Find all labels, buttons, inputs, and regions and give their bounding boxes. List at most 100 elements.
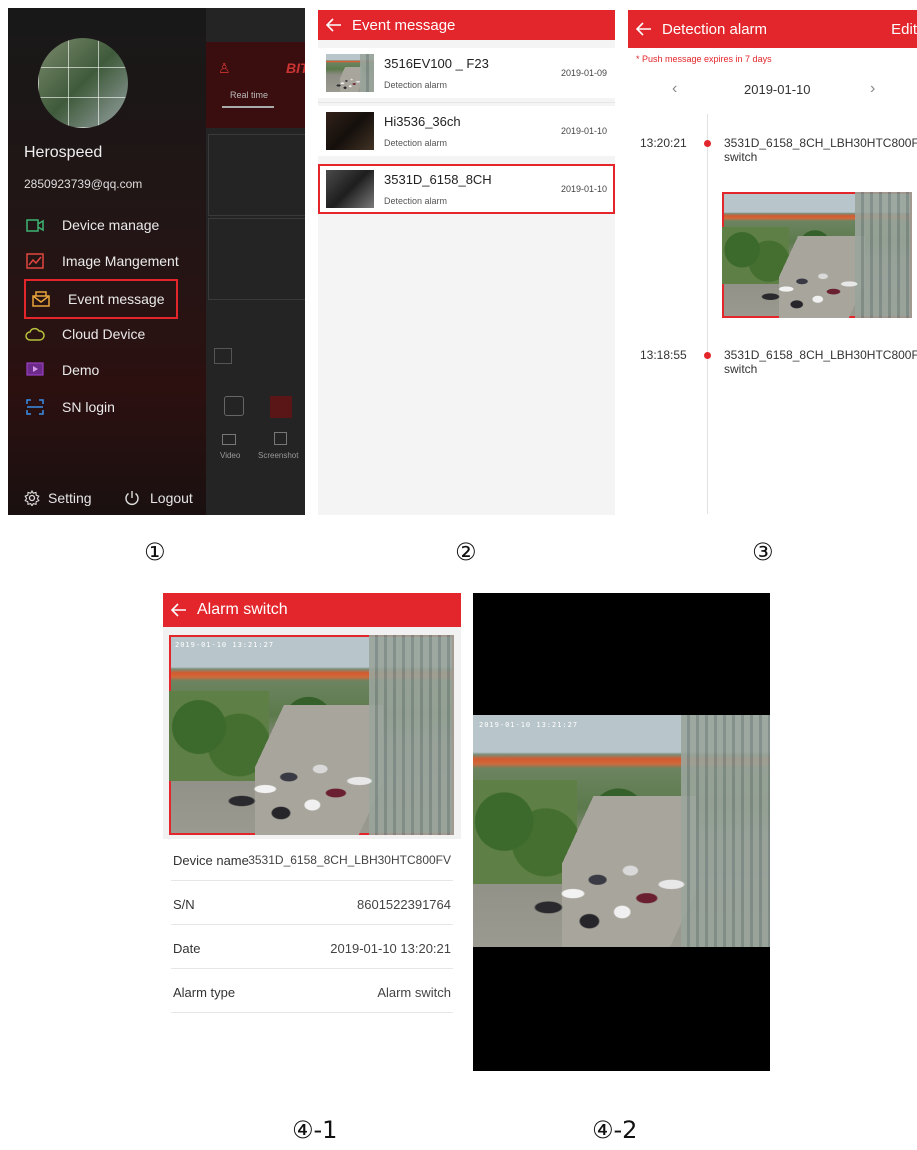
- menu-item-event-message[interactable]: Event message: [24, 279, 178, 319]
- back-arrow-icon[interactable]: [171, 603, 187, 617]
- background-camera-slot: [208, 134, 305, 216]
- detail-row-sn: S/N 8601522391764: [171, 883, 453, 925]
- background-camera-slot: [208, 218, 305, 300]
- detail-value: Alarm switch: [377, 985, 451, 1000]
- camera-icon: [24, 217, 46, 233]
- background-header: [206, 42, 305, 128]
- timeline-line: [707, 114, 708, 514]
- alarm-switch-screen: Alarm switch 2019-01-10 13:21:27 Device …: [163, 593, 461, 1075]
- background-record-icon: [270, 396, 292, 418]
- timeline-dot: [704, 352, 711, 359]
- detail-value: 8601522391764: [357, 897, 451, 912]
- detection-alarm-screen: Detection alarm Edit * Push message expi…: [628, 10, 917, 515]
- caption-3: ③: [752, 538, 774, 566]
- detail-key: Device name: [173, 853, 249, 868]
- event-message-header: Event message: [318, 10, 615, 40]
- envelope-icon: [30, 291, 52, 307]
- menu-label: Device manage: [62, 217, 160, 233]
- menu-label: Event message: [68, 291, 165, 307]
- detail-key: Date: [173, 941, 201, 956]
- edit-button[interactable]: Edit: [891, 21, 917, 38]
- page-title: Event message: [352, 16, 456, 34]
- image-timestamp: 2019-01-10 13:21:27: [479, 721, 579, 729]
- event-message-screen: Event message 3516EV100 _ F23 Detection …: [318, 10, 615, 515]
- current-date: 2019-01-10: [744, 82, 811, 97]
- caption-4-2: ④-2: [592, 1116, 638, 1144]
- background-logo: BIT: [286, 60, 305, 76]
- user-avatar[interactable]: [38, 38, 128, 128]
- event-device-name: Hi3536_36ch: [384, 114, 461, 129]
- event-date: 2019-01-09: [560, 68, 607, 78]
- background-video-icon: [222, 434, 236, 445]
- background-user-icon: ♙: [218, 60, 231, 76]
- image-timestamp: 2019-01-10 13:21:27: [175, 641, 275, 649]
- menu-item-image-mangement[interactable]: Image Mangement: [24, 246, 180, 276]
- caption-4-1: ④-1: [292, 1116, 338, 1144]
- menu-label: SN login: [62, 399, 115, 415]
- event-device-name: 3531D_6158_8CH: [384, 172, 492, 187]
- event-type: Detection alarm: [384, 80, 448, 90]
- background-alarm-icon: [224, 396, 244, 416]
- setting-button[interactable]: Setting: [24, 490, 92, 506]
- logout-button[interactable]: Logout: [124, 490, 193, 506]
- menu-item-sn-login[interactable]: SN login: [24, 392, 180, 422]
- menu-label: Demo: [62, 362, 100, 378]
- detail-row-alarm-type: Alarm type Alarm switch: [171, 971, 453, 1013]
- alarm-time: 13:20:21: [640, 136, 687, 150]
- back-arrow-icon[interactable]: [326, 18, 342, 32]
- push-expiry-notice: * Push message expires in 7 days: [636, 54, 772, 64]
- menu-item-device-manage[interactable]: Device manage: [24, 210, 180, 240]
- timeline-dot: [704, 140, 711, 147]
- demo-icon: [24, 362, 46, 378]
- event-type: Detection alarm: [384, 196, 448, 206]
- gear-icon: [24, 490, 40, 506]
- menu-item-cloud-device[interactable]: Cloud Device: [24, 319, 180, 349]
- caption-1: ①: [144, 538, 166, 566]
- menu-item-demo[interactable]: Demo: [24, 355, 180, 385]
- alarm-description: 3531D_6158_8CH_LBH30HTC800FV_Alarm switc…: [724, 348, 917, 376]
- background-screenshot-icon: [274, 432, 287, 445]
- logout-label: Logout: [150, 490, 193, 506]
- page-title: Detection alarm: [662, 20, 768, 38]
- detail-row-device-name: Device name 3531D_6158_8CH_LBH30HTC800FV: [171, 839, 453, 881]
- page-title: Alarm switch: [197, 601, 288, 618]
- event-thumbnail: [326, 170, 374, 208]
- next-date-chevron-icon[interactable]: ›: [870, 80, 875, 98]
- fullscreen-image-screen: 2019-01-10 13:21:27: [473, 593, 770, 1071]
- background-video-label: Video: [220, 451, 241, 460]
- event-thumbnail: [326, 54, 374, 92]
- divider: [318, 102, 615, 103]
- event-type: Detection alarm: [384, 138, 448, 148]
- event-row[interactable]: 3516EV100 _ F23 Detection alarm 2019-01-…: [318, 48, 615, 98]
- user-email: 2850923739@qq.com: [24, 177, 143, 191]
- alarm-snapshot[interactable]: [722, 192, 912, 318]
- background-tool-icon: [214, 348, 232, 364]
- detail-value: 2019-01-10 13:20:21: [330, 941, 451, 956]
- fullscreen-alarm-image[interactable]: 2019-01-10 13:21:27: [473, 715, 770, 947]
- event-date: 2019-01-10: [560, 126, 607, 136]
- user-name: Herospeed: [24, 144, 103, 161]
- event-row-selected[interactable]: 3531D_6158_8CH Detection alarm 2019-01-1…: [318, 164, 615, 214]
- background-tab-realtime: Real time: [230, 90, 269, 100]
- scan-icon: [24, 399, 46, 415]
- caption-2: ②: [455, 538, 477, 566]
- back-arrow-icon[interactable]: [636, 22, 652, 36]
- background-tab-indicator: [222, 106, 274, 108]
- event-date: 2019-01-10: [560, 184, 607, 194]
- detail-row-date: Date 2019-01-10 13:20:21: [171, 927, 453, 969]
- event-row[interactable]: Hi3536_36ch Detection alarm 2019-01-10: [318, 106, 615, 156]
- detail-key: Alarm type: [173, 985, 236, 1000]
- menu-label: Image Mangement: [62, 253, 179, 269]
- detail-key: S/N: [173, 897, 195, 912]
- alarm-snapshot-image[interactable]: 2019-01-10 13:21:27: [169, 635, 454, 835]
- alarm-description: 3531D_6158_8CH_LBH30HTC800FV_Alarm switc…: [724, 136, 917, 164]
- background-screenshot-label: Screenshot: [258, 451, 299, 460]
- prev-date-chevron-icon[interactable]: ‹: [672, 80, 677, 98]
- detail-value: 3531D_6158_8CH_LBH30HTC800FV: [248, 853, 451, 867]
- image-icon: [24, 253, 46, 269]
- alarm-switch-header: Alarm switch: [163, 593, 461, 627]
- side-drawer-screen: ♙ BIT Real time Video Screenshot Herospe…: [8, 8, 305, 515]
- menu-label: Cloud Device: [62, 326, 146, 342]
- detection-alarm-header: Detection alarm Edit: [628, 10, 917, 48]
- event-thumbnail: [326, 112, 374, 150]
